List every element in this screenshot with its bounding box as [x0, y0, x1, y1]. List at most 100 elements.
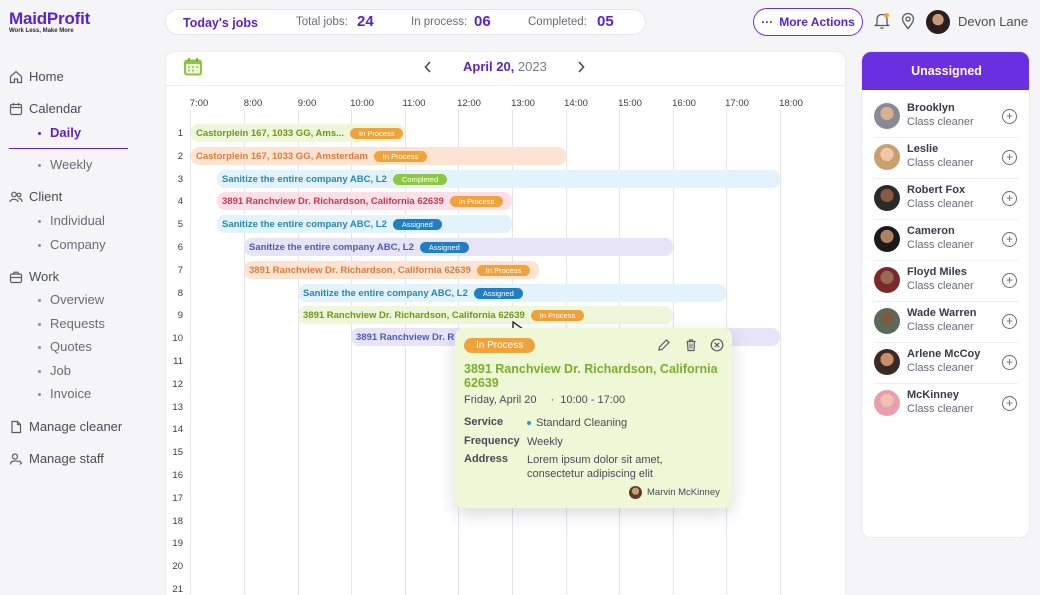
cleaner-item: Arlene McCoy Class cleaner + [874, 343, 1018, 384]
status-badge: Assigned [392, 218, 442, 230]
sidebar-item-label: Calendar [29, 101, 82, 116]
bullet-icon [38, 164, 41, 168]
job-bar[interactable]: Sanitize the entire company ABC, L2 Assig… [217, 215, 512, 233]
row-label: 3 [177, 174, 183, 185]
service-text: Standard Cleaning [536, 417, 628, 429]
add-cleaner-icon[interactable]: + [1002, 314, 1017, 329]
time-label: 11:00 [402, 98, 426, 109]
cleaner-item: Floyd Miles Class cleaner + [874, 261, 1018, 302]
cleaner-name: Arlene McCoy [907, 348, 981, 360]
cleaner-role: Class cleaner [907, 362, 974, 374]
row-label: 2 [177, 151, 183, 162]
bullet-icon [38, 220, 41, 224]
job-bar[interactable]: 3891 Ranchview Dr. Richardson, Californi… [244, 261, 539, 279]
status-badge: Completed [392, 173, 448, 185]
user-avatar[interactable] [926, 10, 950, 34]
sidebar-item-label: Manage cleaner [29, 419, 123, 434]
add-cleaner-icon[interactable]: + [1002, 109, 1017, 124]
avatar [874, 349, 900, 375]
document-icon [11, 420, 22, 434]
sidebar-item-work[interactable]: Work [9, 269, 119, 287]
cleaner-role: Class cleaner [907, 239, 974, 251]
location-pin-icon[interactable] [900, 12, 916, 30]
trash-icon[interactable] [684, 338, 698, 352]
sidebar-item-requests[interactable]: Requests [38, 316, 105, 331]
time-label: 13:00 [511, 98, 535, 109]
sidebar-item-home[interactable]: Home [9, 69, 119, 87]
sidebar-item-label: Quotes [50, 339, 92, 354]
status-badge: Assigned [419, 241, 469, 253]
add-cleaner-icon[interactable]: + [1002, 232, 1017, 247]
add-cleaner-icon[interactable]: + [1002, 396, 1017, 411]
sidebar-item-weekly[interactable]: Weekly [38, 157, 92, 172]
jobs-summary-bar: Today's jobs Total jobs: 24 In process: … [165, 9, 646, 35]
date-year: 2023 [517, 59, 547, 74]
time-label: 14:00 [564, 98, 588, 109]
cleaner-role: Class cleaner [907, 116, 974, 128]
sidebar-item-individual[interactable]: Individual [38, 213, 105, 228]
sidebar-item-label: Home [29, 69, 64, 84]
job-bar[interactable]: Sanitize the entire company ABC, L2 Compl… [217, 170, 780, 188]
close-icon[interactable] [710, 338, 724, 352]
bullet-icon [38, 323, 41, 327]
job-bar[interactable]: Sanitize the entire company ABC, L2 Assig… [298, 284, 726, 302]
avatar [874, 267, 900, 293]
calendar-picker-icon[interactable] [183, 57, 203, 77]
sidebar-item-daily[interactable]: Daily [38, 125, 81, 140]
edit-icon[interactable] [657, 338, 671, 352]
row-label: 9 [177, 310, 183, 321]
add-cleaner-icon[interactable]: + [1002, 150, 1017, 165]
chevron-right-icon[interactable] [576, 60, 586, 74]
add-cleaner-icon[interactable]: + [1002, 273, 1017, 288]
job-bar-text: Sanitize the entire company ABC, L2 [222, 173, 387, 185]
job-bar[interactable]: Castorplein 167, 1033 GG, Ams... In Proce… [191, 124, 405, 142]
avatar [874, 144, 900, 170]
avatar [874, 226, 900, 252]
time-label: 7:00 [189, 98, 209, 109]
sidebar-item-job[interactable]: Job [38, 363, 71, 378]
more-actions-button[interactable]: ··· More Actions [753, 8, 863, 36]
calendar-icon [9, 103, 23, 116]
address-value: Lorem ipsum dolor sit amet, consectetur … [527, 454, 663, 480]
sidebar-item-client[interactable]: Client [9, 189, 119, 207]
sidebar-item-manage-staff[interactable]: Manage staff [9, 451, 134, 469]
sidebar-item-label: Individual [50, 213, 105, 228]
sidebar-item-invoice[interactable]: Invoice [38, 386, 91, 401]
time-label: 16:00 [672, 98, 696, 109]
sidebar-item-calendar[interactable]: Calendar [9, 101, 119, 119]
user-name[interactable]: Devon Lane [958, 14, 1028, 29]
logo[interactable]: MaidProfit Work Less, Make More [9, 9, 90, 34]
chevron-left-icon[interactable] [423, 60, 433, 74]
user-phone-icon [9, 453, 23, 465]
status-badge: In Process [476, 264, 531, 276]
popup-datetime: Friday, April 20 · 10:00 - 17:00 [464, 394, 625, 406]
service-label: Service [464, 416, 504, 428]
add-cleaner-icon[interactable]: + [1002, 191, 1017, 206]
sidebar-item-label: Company [50, 237, 106, 252]
sidebar-item-quotes[interactable]: Quotes [38, 339, 92, 354]
completed-label: Completed: [528, 16, 587, 28]
popup-date: Friday, April 20 [464, 394, 537, 406]
cleaner-item: Cameron Class cleaner + [874, 220, 1018, 261]
job-bar[interactable]: 3891 Ranchview Dr. Richardson, Californi… [217, 192, 512, 210]
bullet-icon [38, 299, 41, 303]
assignee-name: Marvin McKinney [647, 487, 720, 498]
job-bar[interactable]: Castorplein 167, 1033 GG, Amsterdam In Pr… [191, 147, 566, 165]
job-bar-text: Sanitize the entire company ABC, L2 [222, 218, 387, 230]
job-bar[interactable]: Sanitize the entire company ABC, L2 Assig… [244, 238, 673, 256]
add-cleaner-icon[interactable]: + [1002, 355, 1017, 370]
avatar [874, 185, 900, 211]
frequency-value: Weekly [527, 436, 563, 448]
job-bar-text: 3891 Ranchview Dr. Ri [356, 331, 457, 343]
cleaner-role: Class cleaner [907, 280, 974, 292]
sidebar-item-overview[interactable]: Overview [38, 292, 104, 307]
sidebar-item-manage-cleaner[interactable]: Manage cleaner [9, 419, 134, 437]
bell-icon[interactable] [874, 12, 890, 30]
job-bar[interactable]: 3891 Ranchview Dr. Richardson, Californi… [298, 306, 673, 324]
todays-jobs-title: Today's jobs [183, 16, 258, 30]
cleaner-role: Class cleaner [907, 403, 974, 415]
sidebar-item-company[interactable]: Company [38, 237, 106, 252]
sidebar-item-label: Requests [50, 316, 105, 331]
sidebar-item-label: Daily [50, 125, 82, 140]
time-label: 18:00 [779, 98, 803, 109]
